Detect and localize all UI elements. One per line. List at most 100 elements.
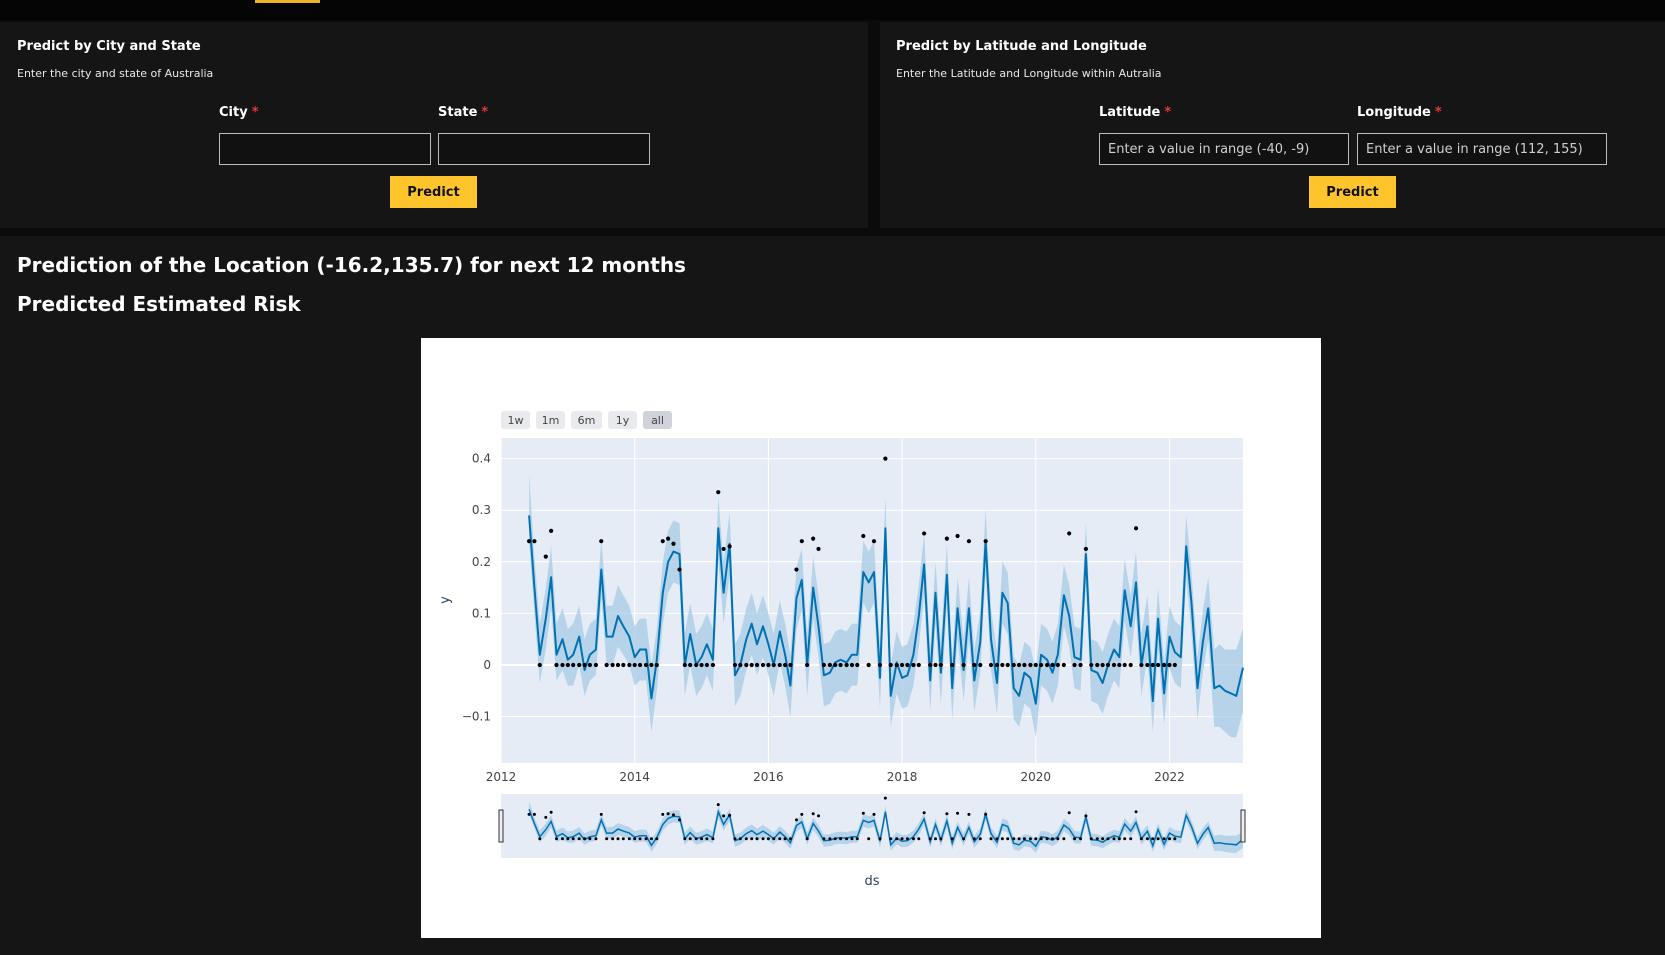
observed-point	[782, 662, 788, 668]
longitude-required-marker: *	[1434, 105, 1442, 120]
x-axis-title: ds	[864, 874, 879, 889]
range-slider-point	[633, 837, 637, 841]
latitude-required-marker: *	[1164, 105, 1172, 120]
observed-point	[688, 662, 693, 668]
observed-point	[721, 546, 726, 552]
range-slider-point	[705, 837, 709, 841]
range-slider-point	[945, 812, 949, 816]
observed-point	[777, 662, 782, 668]
risk-subheading: Predicted Estimated Risk	[17, 292, 301, 316]
observed-point	[1133, 526, 1139, 531]
longitude-input[interactable]	[1357, 133, 1607, 165]
state-input[interactable]	[438, 133, 650, 165]
observed-point	[637, 662, 643, 668]
observed-point	[760, 662, 766, 668]
observed-point	[866, 662, 871, 668]
observed-point	[905, 662, 910, 668]
observed-point	[838, 662, 843, 668]
range-slider[interactable]	[498, 794, 1246, 858]
range-button-1m[interactable]: 1m	[536, 411, 565, 429]
observed-point	[666, 536, 671, 541]
range-slider-point	[1062, 837, 1066, 841]
range-slider-point	[761, 837, 765, 841]
range-slider-point	[655, 837, 659, 841]
observed-point	[1095, 662, 1100, 668]
range-slider-point	[917, 837, 921, 841]
latitude-input[interactable]	[1099, 133, 1349, 165]
range-slider-point	[599, 812, 603, 816]
range-slider-point	[638, 837, 642, 841]
observed-point	[816, 546, 821, 552]
observed-point	[526, 539, 532, 544]
range-slider-right-handle[interactable]	[1240, 809, 1246, 843]
forecast-chart: 1w 1m 6m 1y all 0.4 0.3 0.2 0.1 0 −0.1 2012 2014 20…	[421, 338, 1321, 938]
state-required-marker: *	[481, 105, 489, 120]
range-slider-point	[1123, 837, 1127, 841]
range-slider-point	[911, 837, 915, 841]
range-slider-point	[1112, 837, 1116, 841]
observed-point	[604, 662, 609, 668]
range-slider-point	[772, 837, 776, 841]
x-tick-label: 2020	[1021, 770, 1052, 784]
range-button-1w[interactable]: 1w	[501, 411, 530, 429]
range-slider-point	[878, 837, 882, 841]
latitude-label-text: Latitude	[1099, 105, 1161, 120]
range-slider-point	[644, 837, 648, 841]
observed-point	[582, 662, 587, 668]
observed-point	[1078, 662, 1083, 668]
state-label: State *	[438, 105, 488, 120]
range-slider-point	[1073, 837, 1077, 841]
range-slider-point	[560, 837, 564, 841]
range-slider-point	[583, 837, 587, 841]
range-slider-point	[817, 814, 821, 818]
observed-point	[1172, 662, 1177, 668]
observed-point	[821, 662, 826, 668]
y-tick-label: 0.1	[472, 606, 491, 620]
range-slider-point	[934, 837, 938, 841]
observed-point	[537, 662, 542, 668]
range-slider-point	[861, 811, 865, 815]
y-tick-label: 0.2	[472, 555, 491, 569]
latlon-form-subtitle: Enter the Latitude and Longitude within …	[896, 67, 1162, 80]
observed-point	[560, 662, 565, 668]
range-slider-point	[738, 837, 742, 841]
observed-point	[972, 662, 977, 668]
range-button-all[interactable]: all	[643, 411, 672, 429]
y-tick-label: 0.3	[472, 503, 491, 517]
observed-point	[1055, 662, 1060, 668]
observed-point	[1005, 662, 1010, 668]
observed-point	[621, 662, 626, 668]
range-slider-point	[750, 837, 754, 841]
observed-point	[766, 662, 771, 668]
observed-point	[1061, 662, 1066, 668]
range-slider-point	[905, 837, 909, 841]
x-tick-label: 2018	[887, 770, 918, 784]
predict-city-state-button[interactable]: Predict	[390, 176, 477, 208]
observed-point	[1150, 662, 1155, 668]
observed-point	[928, 662, 933, 668]
range-button-label: all	[651, 414, 664, 427]
observed-point	[716, 490, 721, 495]
predict-latlon-button[interactable]: Predict	[1309, 176, 1396, 208]
range-button-6m[interactable]: 6m	[571, 411, 602, 429]
observed-point	[771, 662, 776, 668]
range-slider-point	[532, 812, 536, 816]
city-input[interactable]	[219, 133, 431, 165]
range-slider-point	[872, 812, 876, 816]
observed-point	[871, 539, 877, 544]
range-slider-point	[616, 837, 620, 841]
range-slider-point	[928, 837, 932, 841]
range-button-1y[interactable]: 1y	[608, 411, 637, 429]
range-slider-left-handle[interactable]	[498, 809, 504, 843]
range-slider-point	[1000, 837, 1004, 841]
range-slider-point	[549, 810, 553, 814]
range-button-label: 1y	[616, 414, 630, 427]
observed-point	[933, 662, 938, 668]
range-slider-point	[1017, 837, 1021, 841]
x-tick-label: 2014	[619, 770, 650, 784]
range-slider-point	[828, 837, 832, 841]
observed-point	[1022, 662, 1027, 668]
range-slider-point	[1056, 837, 1060, 841]
observed-point	[643, 662, 649, 668]
range-slider-point	[694, 837, 698, 841]
